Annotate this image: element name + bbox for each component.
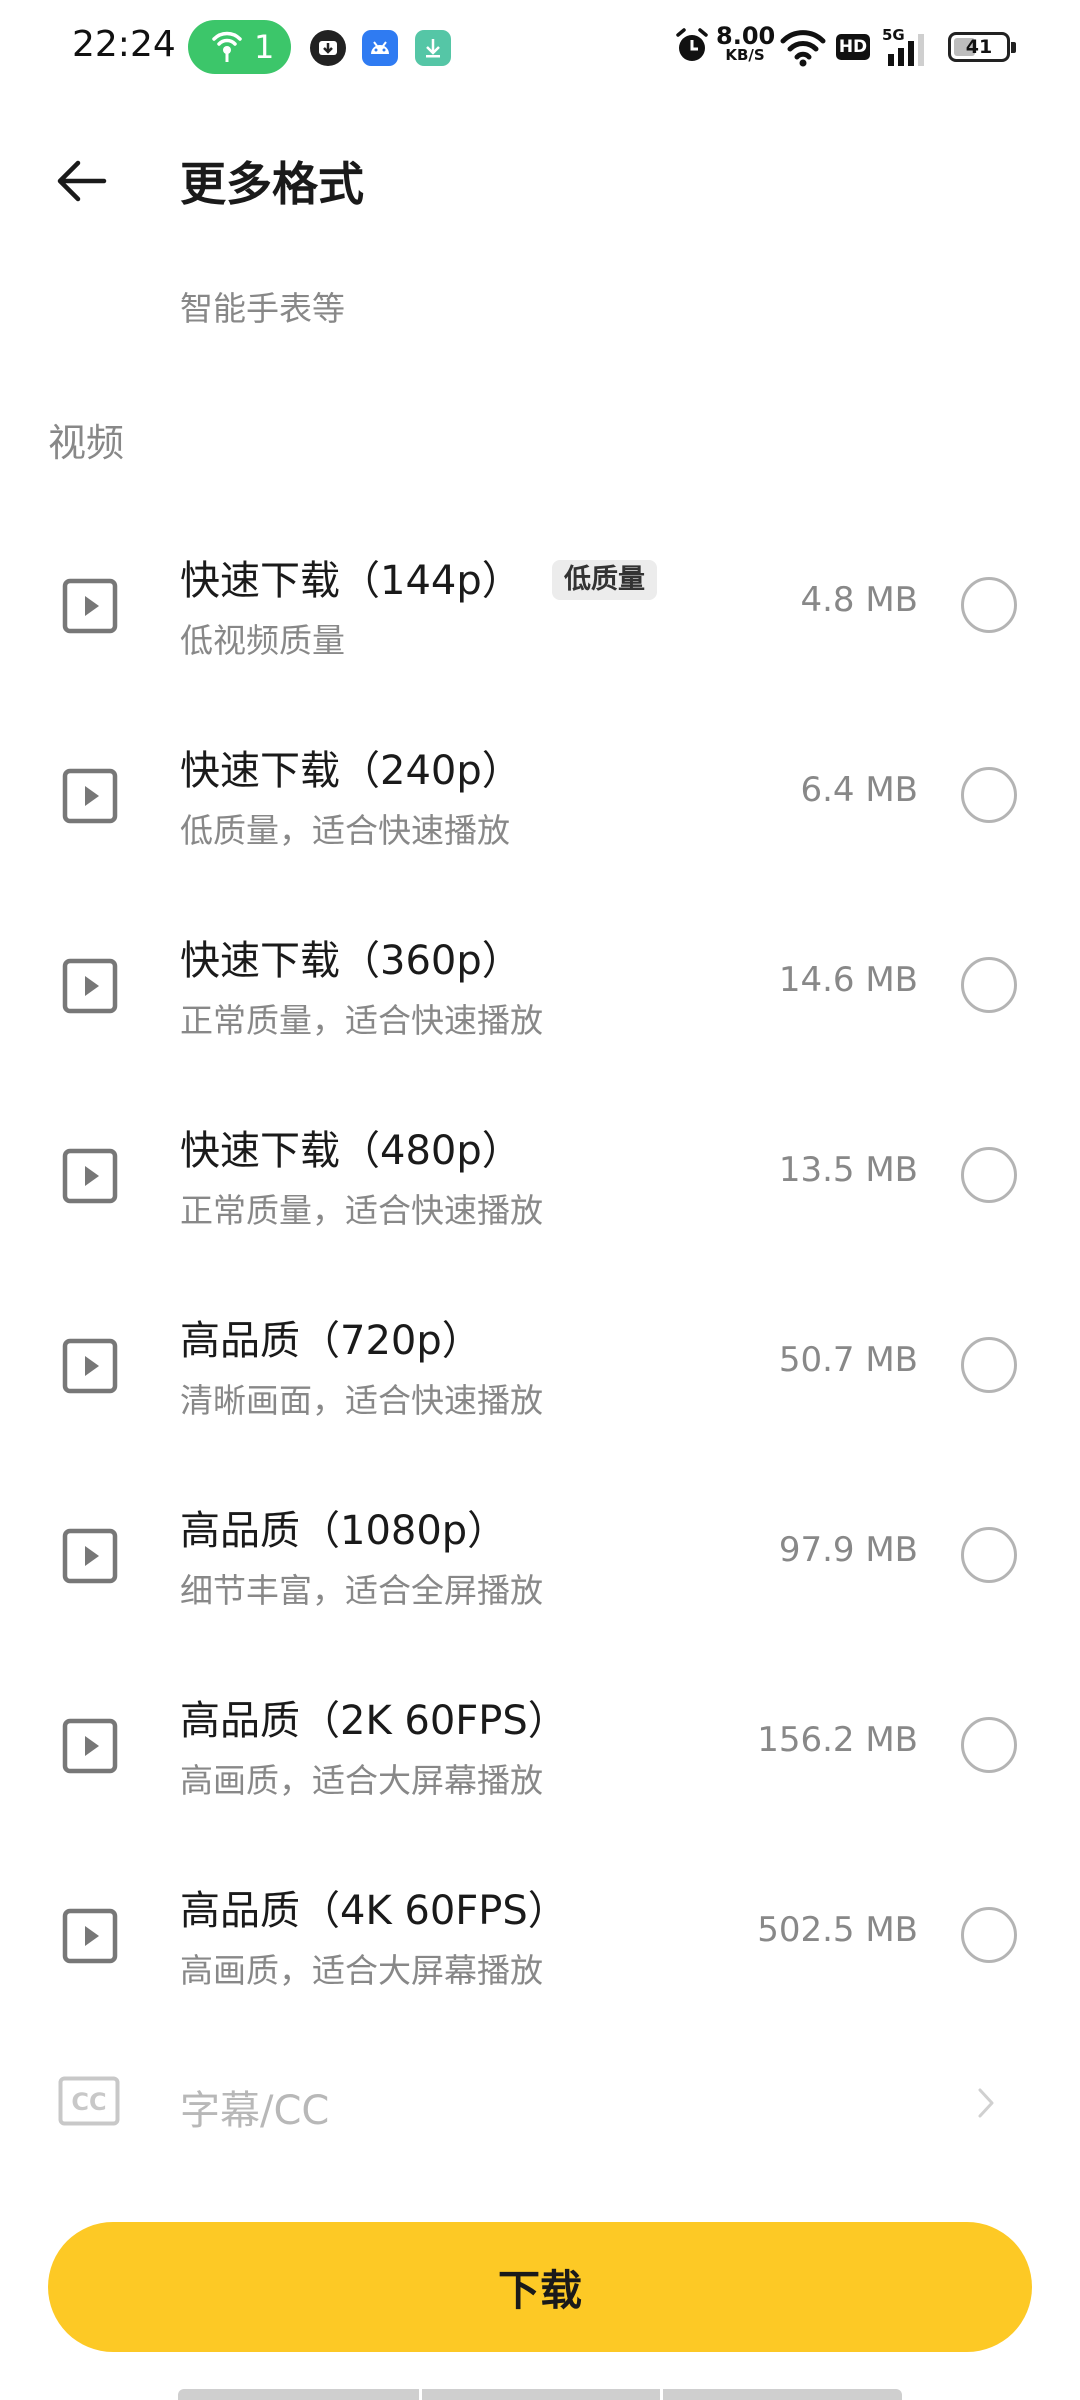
partial-description: 智能手表等 [180, 289, 345, 328]
download-manager-notification-icon [310, 30, 346, 66]
format-row[interactable]: 快速下载（360p） 正常质量，适合快速播放 14.6 MB [0, 888, 1080, 1078]
chevron-right-icon [978, 2088, 994, 2118]
format-description: 低视频质量 [180, 621, 345, 660]
video-file-icon [62, 1908, 118, 1964]
status-bar: 22:24 1 8.00 KB/S HD 5G 41 [0, 0, 1080, 96]
format-description: 清晰画面，适合快速播放 [180, 1381, 543, 1420]
format-size: 502.5 MB [757, 1910, 918, 1950]
format-description: 低质量，适合快速播放 [180, 811, 510, 850]
section-label-video: 视频 [48, 421, 125, 465]
network-speed: 8.00 KB/S [716, 22, 776, 64]
format-size: 50.7 MB [778, 1340, 918, 1380]
format-description: 正常质量，适合快速播放 [180, 1191, 543, 1230]
format-title: 快速下载（144p） [180, 558, 522, 604]
video-file-icon [62, 578, 118, 634]
format-title: 高品质（2K 60FPS） [180, 1698, 568, 1744]
format-title: 高品质（720p） [180, 1318, 482, 1364]
speed-value: 8.00 [716, 22, 776, 50]
hotspot-icon [212, 31, 242, 62]
format-description: 正常质量，适合快速播放 [180, 1001, 543, 1040]
wifi-icon [780, 30, 826, 67]
format-title: 高品质（4K 60FPS） [180, 1888, 568, 1934]
format-row[interactable]: 高品质（2K 60FPS） 高画质，适合大屏幕播放 156.2 MB [0, 1648, 1080, 1838]
format-size: 97.9 MB [778, 1530, 918, 1570]
format-size: 4.8 MB [800, 580, 918, 620]
format-radio[interactable] [961, 1147, 1017, 1203]
video-file-icon [62, 1338, 118, 1394]
format-radio[interactable] [961, 1717, 1017, 1773]
low-quality-badge: 低质量 [552, 560, 657, 600]
speed-unit: KB/S [725, 46, 765, 64]
format-radio[interactable] [961, 767, 1017, 823]
download-notification-icon [415, 30, 451, 66]
format-row[interactable]: 高品质（4K 60FPS） 高画质，适合大屏幕播放 502.5 MB [0, 1838, 1080, 2028]
video-file-icon [62, 1148, 118, 1204]
format-radio[interactable] [961, 1907, 1017, 1963]
video-file-icon [62, 1718, 118, 1774]
video-file-icon [62, 768, 118, 824]
format-description: 细节丰富，适合全屏播放 [180, 1571, 543, 1610]
format-size: 14.6 MB [778, 960, 918, 1000]
closed-captions-icon: CC [58, 2076, 120, 2126]
format-title: 快速下载（480p） [180, 1128, 522, 1174]
page-title: 更多格式 [180, 157, 364, 211]
format-size: 13.5 MB [778, 1150, 918, 1190]
alarm-icon [676, 28, 708, 61]
format-description: 高画质，适合大屏幕播放 [180, 1761, 543, 1800]
format-size: 156.2 MB [757, 1720, 918, 1760]
app-bar: 更多格式 [0, 96, 1080, 266]
format-size: 6.4 MB [800, 770, 918, 810]
gesture-nav-bar [178, 2389, 902, 2400]
format-description: 高画质，适合大屏幕播放 [180, 1951, 543, 1990]
format-radio[interactable] [961, 577, 1017, 633]
battery-icon: 41 [948, 32, 1016, 62]
battery-level: 41 [965, 36, 993, 58]
format-radio[interactable] [961, 1337, 1017, 1393]
hd-voice-icon: HD [836, 34, 870, 60]
subtitles-row[interactable]: CC 字幕/CC [0, 2046, 1080, 2156]
download-button[interactable]: 下载 [48, 2222, 1032, 2352]
format-radio[interactable] [961, 1527, 1017, 1583]
format-row[interactable]: 高品质（1080p） 细节丰富，适合全屏播放 97.9 MB [0, 1458, 1080, 1648]
video-file-icon [62, 1528, 118, 1584]
format-row[interactable]: 快速下载（480p） 正常质量，适合快速播放 13.5 MB [0, 1078, 1080, 1268]
format-title: 高品质（1080p） [180, 1508, 508, 1554]
hotspot-indicator: 1 [188, 20, 291, 74]
android-app-notification-icon [362, 30, 398, 66]
format-radio[interactable] [961, 957, 1017, 1013]
format-row[interactable]: 快速下载（240p） 低质量，适合快速播放 6.4 MB [0, 698, 1080, 888]
format-title: 快速下载（360p） [180, 938, 522, 984]
format-title: 快速下载（240p） [180, 748, 522, 794]
video-file-icon [62, 958, 118, 1014]
status-time: 22:24 [72, 24, 176, 65]
hotspot-count: 1 [254, 28, 275, 66]
subtitles-label: 字幕/CC [180, 2088, 330, 2134]
cc-icon-text: CC [71, 2088, 106, 2116]
format-row[interactable]: 高品质（720p） 清晰画面，适合快速播放 50.7 MB [0, 1268, 1080, 1458]
format-row[interactable]: 快速下载（144p） 低质量 低视频质量 4.8 MB [0, 508, 1080, 698]
signal-icon [888, 34, 924, 66]
back-arrow-icon[interactable] [52, 151, 112, 211]
